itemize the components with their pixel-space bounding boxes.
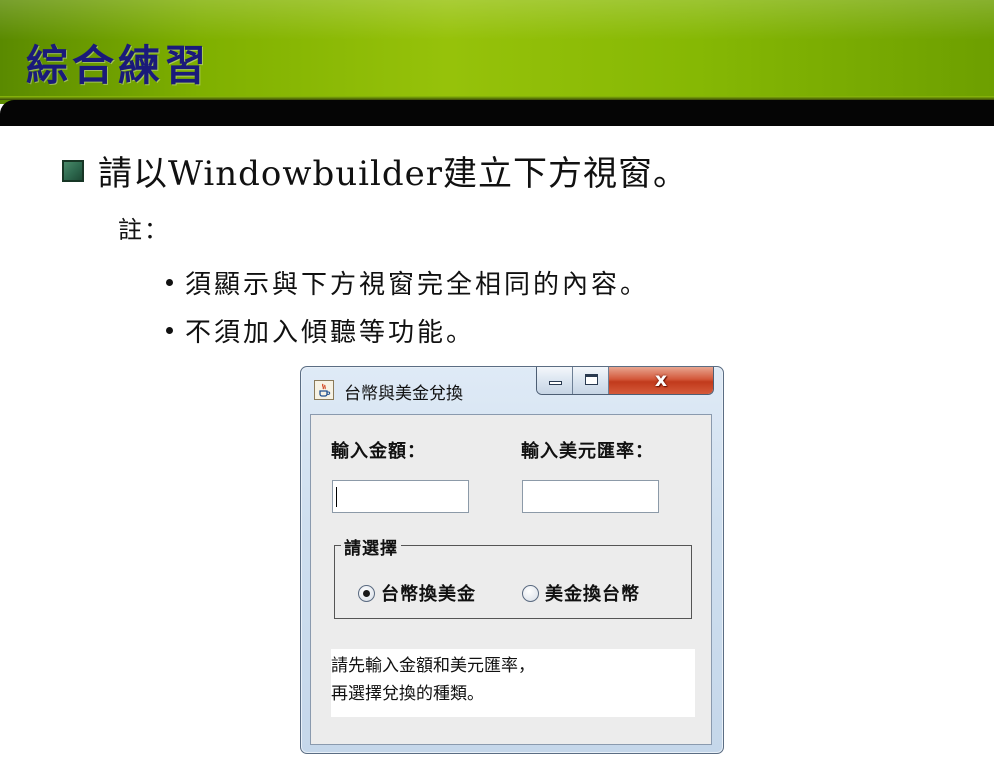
conversion-type-group: 請選擇 台幣換美金 美金換台幣 bbox=[334, 534, 692, 619]
close-icon: x bbox=[654, 369, 668, 391]
radio-label[interactable]: 台幣換美金 bbox=[381, 580, 476, 606]
dot-icon bbox=[166, 327, 173, 334]
radio-unselected-icon[interactable] bbox=[522, 584, 539, 602]
text-caret bbox=[336, 487, 337, 507]
radio-label[interactable]: 美金換台幣 bbox=[545, 580, 640, 606]
dot-icon bbox=[166, 279, 173, 286]
window-title: 台幣與美金兌換 bbox=[344, 384, 463, 404]
rate-label: 輸入美元匯率： bbox=[521, 441, 654, 462]
sub-item: 不須加入傾聽等功能。 bbox=[166, 312, 475, 349]
content-pane: 輸入金額： 輸入美元匯率： 請選擇 台幣換美金 美金換台幣 請先輸入金額和美元匯… bbox=[310, 414, 712, 745]
window-titlebar[interactable]: 台幣與美金兌換 x bbox=[301, 367, 723, 413]
radio-twd-to-usd[interactable]: 台幣換美金 bbox=[358, 580, 476, 606]
slide-header-bar bbox=[0, 96, 994, 126]
group-title: 請選擇 bbox=[341, 534, 401, 559]
caption-buttons: x bbox=[536, 367, 714, 395]
message-area: 請先輸入金額和美元匯率， 再選擇兌換的種類。 bbox=[331, 649, 695, 717]
message-line: 請先輸入金額和美元匯率， bbox=[331, 656, 535, 676]
message-line: 再選擇兌換的種類。 bbox=[331, 684, 484, 704]
java-cup-icon[interactable] bbox=[314, 380, 334, 400]
amount-input[interactable] bbox=[332, 480, 469, 513]
minimize-icon bbox=[549, 381, 562, 385]
maximize-button[interactable] bbox=[573, 367, 609, 394]
minimize-button[interactable] bbox=[537, 367, 573, 394]
square-bullet-icon bbox=[62, 159, 84, 182]
rate-input[interactable] bbox=[522, 480, 659, 513]
app-window: 台幣與美金兌換 x 輸入金額： 輸入美元匯率： 請選擇 台幣換美金 美金換台幣 … bbox=[300, 366, 724, 754]
radio-selected-icon[interactable] bbox=[358, 584, 375, 602]
maximize-icon bbox=[585, 374, 598, 385]
amount-label: 輸入金額： bbox=[331, 441, 426, 462]
main-bullet: 請以Windowbuilder建立下方視窗。 bbox=[62, 146, 688, 195]
sub-item-text: 須顯示與下方視窗完全相同的內容。 bbox=[185, 270, 650, 300]
main-bullet-text: 請以Windowbuilder建立下方視窗。 bbox=[98, 154, 689, 194]
radio-dot bbox=[363, 589, 370, 597]
note-label: 註： bbox=[118, 216, 170, 244]
sub-item-text: 不須加入傾聽等功能。 bbox=[185, 318, 476, 348]
radio-usd-to-twd[interactable]: 美金換台幣 bbox=[522, 580, 640, 606]
sub-item: 須顯示與下方視窗完全相同的內容。 bbox=[166, 264, 649, 301]
slide-title: 綜合練習 bbox=[26, 41, 211, 90]
close-button[interactable]: x bbox=[609, 367, 713, 394]
